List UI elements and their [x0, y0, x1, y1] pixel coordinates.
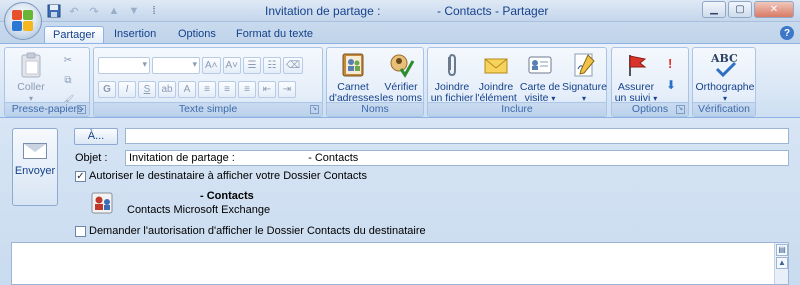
paperclip-icon: [438, 51, 466, 79]
down-arrow-icon[interactable]: ▼: [126, 3, 142, 19]
highlight-icon[interactable]: ab: [158, 81, 176, 98]
to-button[interactable]: À...: [74, 128, 118, 145]
numbering-icon[interactable]: ☷: [263, 57, 282, 74]
save-icon[interactable]: [46, 3, 62, 19]
to-field[interactable]: [125, 128, 789, 144]
group-clipboard: Coller ▾ ✂ ⧉ 🖌 Presse-papiers ↘: [4, 47, 90, 117]
message-body[interactable]: ▤ ▲: [11, 242, 789, 285]
font-name-combo[interactable]: [98, 57, 150, 74]
group-proofing: ABC Orthographe ▾ Vérification: [692, 47, 756, 117]
group-basic-text: A˄ A˅ ☰ ☷ ⌫ G I S ab A ≡ ≡ ≡ ⇤ ⇥ Texte s…: [93, 47, 323, 117]
high-importance-icon[interactable]: !: [668, 56, 672, 71]
send-button[interactable]: Envoyer: [12, 128, 58, 206]
window-title-right: - Contacts - Partager: [437, 4, 549, 18]
request-label: Demander l'autorisation d'afficher le Do…: [89, 225, 426, 237]
shared-folder-name: - Contacts: [200, 190, 254, 202]
address-book-button[interactable]: Carnet d'adresses: [329, 51, 379, 104]
customize-qat-icon[interactable]: ⁞: [146, 3, 162, 19]
envelope-icon: [482, 51, 510, 79]
allow-label: Autoriser le destinataire à afficher vot…: [89, 170, 367, 182]
align-right-icon[interactable]: ≡: [238, 81, 256, 98]
grow-font-icon[interactable]: A˄: [202, 57, 221, 74]
basic-text-launcher-icon[interactable]: ↘: [310, 105, 319, 114]
clipboard-small-buttons: ✂ ⧉ 🖌: [59, 52, 77, 109]
tab-insertion[interactable]: Insertion: [106, 26, 164, 44]
send-envelope-icon: [23, 143, 47, 159]
spelling-button[interactable]: ABC Orthographe ▾: [695, 51, 755, 104]
maximize-button[interactable]: ▢: [728, 1, 752, 18]
contacts-folder-icon: [90, 191, 116, 215]
options-launcher-icon[interactable]: ↘: [676, 105, 685, 114]
group-label-names: Noms: [327, 102, 423, 116]
window-controls: ▁ ▢ ✕: [702, 1, 794, 18]
bold-button[interactable]: G: [98, 81, 116, 98]
font-size-combo[interactable]: [152, 57, 200, 74]
redo-icon[interactable]: ↷: [86, 3, 102, 19]
follow-up-button[interactable]: Assurer un suivi ▾: [614, 51, 658, 104]
subject-field[interactable]: Invitation de partage : - Contacts: [125, 150, 789, 166]
vertical-scrollbar[interactable]: ▤ ▲: [774, 243, 788, 284]
title-bar: ↶ ↷ ▲ ▼ ⁞ Invitation de partage : - Cont…: [0, 0, 800, 22]
tab-partager[interactable]: Partager: [44, 26, 105, 44]
group-label-include: Inclure: [428, 102, 606, 116]
compose-area: Envoyer À... Objet : Invitation de parta…: [0, 118, 800, 285]
align-left-icon[interactable]: ≡: [198, 81, 216, 98]
business-card-button[interactable]: Carte de visite ▾: [518, 51, 562, 104]
increase-indent-icon[interactable]: ⇥: [278, 81, 296, 98]
up-arrow-icon[interactable]: ▲: [106, 3, 122, 19]
ribbon: Coller ▾ ✂ ⧉ 🖌 Presse-papiers ↘ A˄ A˅ ☰ …: [0, 43, 800, 118]
shrink-font-icon[interactable]: A˅: [222, 57, 242, 74]
tab-format-du-texte[interactable]: Format du texte: [228, 26, 321, 44]
address-book-icon: [339, 51, 367, 79]
font-row: A˄ A˅ ☰ ☷ ⌫: [98, 57, 304, 74]
format-row: G I S ab A ≡ ≡ ≡ ⇤ ⇥: [98, 81, 296, 98]
spelling-check-icon: ABC: [707, 51, 743, 79]
group-names: Carnet d'adresses Vérifier les noms Noms: [326, 47, 424, 117]
italic-button[interactable]: I: [118, 81, 136, 98]
close-button[interactable]: ✕: [754, 1, 794, 18]
decrease-indent-icon[interactable]: ⇤: [258, 81, 276, 98]
help-icon[interactable]: ?: [780, 26, 794, 40]
window-title-left: Invitation de partage :: [265, 4, 381, 18]
attach-file-button[interactable]: Joindre un fichier: [430, 51, 474, 104]
request-checkbox[interactable]: [75, 226, 86, 237]
font-color-icon[interactable]: A: [178, 81, 196, 98]
align-center-icon[interactable]: ≡: [218, 81, 236, 98]
clipboard-icon: [17, 51, 45, 79]
allow-checkbox[interactable]: ✓: [75, 171, 86, 182]
subject-label: Objet :: [75, 152, 108, 164]
group-include: Joindre un fichier Joindre l'élément Car…: [427, 47, 607, 117]
undo-icon[interactable]: ↶: [66, 3, 82, 19]
quick-access-toolbar: ↶ ↷ ▲ ▼ ⁞: [46, 3, 162, 19]
minimize-button[interactable]: ▁: [702, 1, 726, 18]
attach-item-button[interactable]: Joindre l'élément: [475, 51, 517, 104]
bullets-icon[interactable]: ☰: [243, 57, 262, 74]
office-logo-icon: [12, 10, 34, 32]
clear-format-icon[interactable]: ⌫: [283, 57, 304, 74]
underline-button[interactable]: S: [138, 81, 156, 98]
copy-icon[interactable]: ⧉: [59, 72, 77, 89]
check-names-icon: [387, 51, 415, 79]
paste-button[interactable]: Coller ▾: [11, 51, 51, 104]
business-card-icon: [526, 51, 554, 79]
shared-folder-store: Contacts Microsoft Exchange: [127, 204, 271, 216]
signature-icon: [570, 51, 598, 79]
group-label-proofing: Vérification: [693, 102, 755, 116]
flag-icon: [622, 51, 650, 79]
check-names-button[interactable]: Vérifier les noms: [379, 51, 423, 104]
group-options: Assurer un suivi ▾ ! ⬇ Options ↘: [611, 47, 689, 117]
cut-icon[interactable]: ✂: [59, 52, 77, 69]
tab-options[interactable]: Options: [170, 26, 224, 44]
low-importance-icon[interactable]: ⬇: [666, 78, 676, 92]
scroll-up-icon[interactable]: ▲: [776, 257, 788, 269]
ruler-toggle-icon[interactable]: ▤: [776, 244, 788, 256]
signature-button[interactable]: Signature ▾: [562, 51, 607, 104]
group-label-basic-text: Texte simple: [94, 102, 322, 116]
office-button[interactable]: [4, 2, 42, 40]
clipboard-launcher-icon[interactable]: ↘: [77, 105, 86, 114]
ribbon-tab-row: Partager Insertion Options Format du tex…: [0, 22, 800, 44]
